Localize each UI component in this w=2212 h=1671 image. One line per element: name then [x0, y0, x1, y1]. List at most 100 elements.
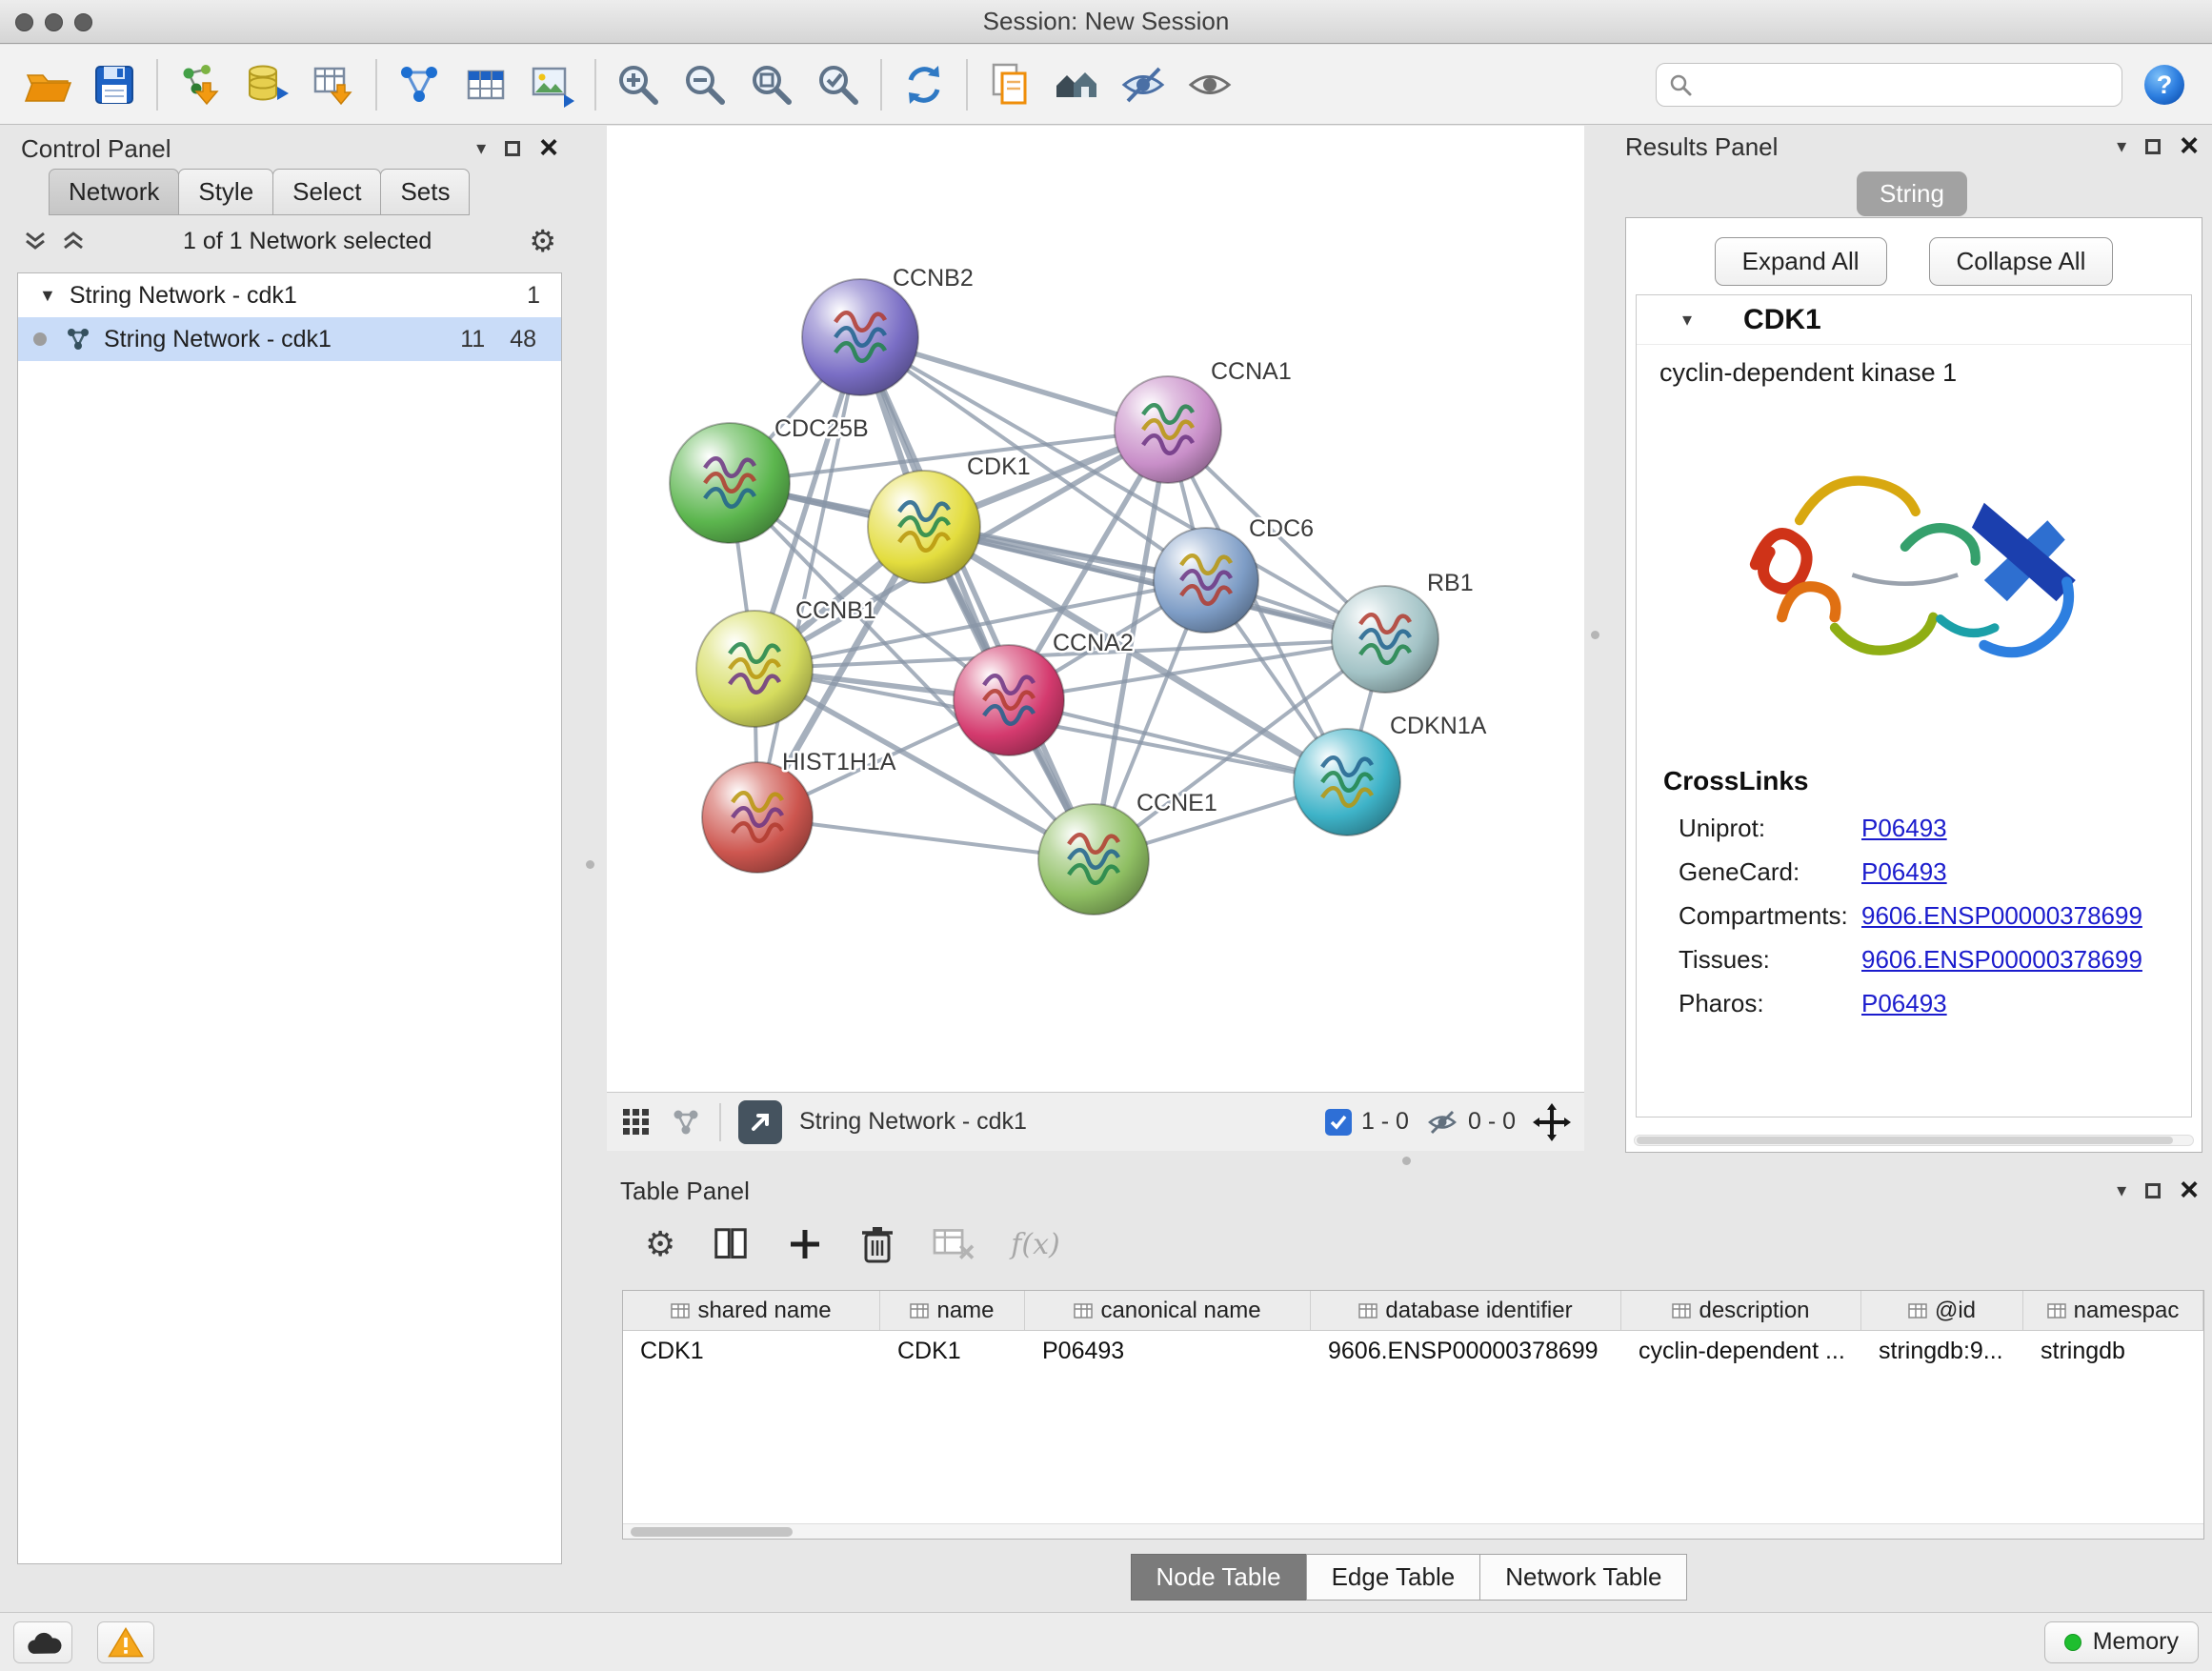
help-button[interactable]: ?: [2140, 60, 2189, 110]
vertical-splitter-handle[interactable]: [1591, 631, 1599, 639]
tab-node-table[interactable]: Node Table: [1131, 1554, 1307, 1601]
expand-all-button[interactable]: Expand All: [1715, 237, 1887, 286]
expand-all-icon[interactable]: [61, 230, 86, 252]
node-CDC25B[interactable]: [670, 423, 790, 543]
table-horizontal-scrollbar[interactable]: [623, 1523, 2203, 1539]
section-collapse-icon[interactable]: ▾: [1682, 311, 1692, 330]
node-CCNE1[interactable]: [1038, 804, 1149, 915]
search-input[interactable]: [1700, 71, 2110, 98]
panel-menu-icon[interactable]: ▾: [2117, 137, 2126, 156]
function-builder-icon[interactable]: f(x): [1011, 1228, 1059, 1261]
crosslink-label: Pharos:: [1679, 989, 1861, 1018]
node-CDK1[interactable]: [868, 471, 980, 583]
tab-style[interactable]: Style: [178, 169, 273, 215]
pan-move-icon[interactable]: [1533, 1103, 1571, 1141]
table-settings-gear-icon[interactable]: ⚙: [645, 1227, 675, 1261]
gear-icon[interactable]: ⚙: [529, 226, 556, 256]
crosslink-uniprot-link[interactable]: P06493: [1861, 814, 1947, 843]
node-CCNB2[interactable]: [802, 279, 918, 395]
cloud-status-button[interactable]: [13, 1621, 72, 1663]
apply-layout-button[interactable]: [899, 60, 949, 110]
crosslink-genecard-link[interactable]: P06493: [1861, 857, 1947, 887]
crosslink-pharos-link[interactable]: P06493: [1861, 989, 1947, 1018]
delete-table-icon[interactable]: [931, 1225, 976, 1263]
results-horizontal-scrollbar[interactable]: [1634, 1135, 2194, 1146]
show-columns-icon[interactable]: [710, 1223, 752, 1265]
network-row[interactable]: String Network - cdk1 11 48: [18, 317, 561, 361]
zoom-out-button[interactable]: [680, 60, 730, 110]
selected-checkbox[interactable]: [1325, 1109, 1352, 1136]
export-image-button[interactable]: [528, 60, 577, 110]
network-table-button[interactable]: [461, 60, 511, 110]
import-table-button[interactable]: [309, 60, 358, 110]
edge-count: 48: [510, 326, 536, 353]
column-label: @id: [1935, 1298, 1976, 1324]
new-network-button[interactable]: [394, 60, 444, 110]
panel-menu-icon[interactable]: ▾: [476, 139, 486, 158]
node-CCNA2[interactable]: [954, 645, 1064, 755]
collapse-all-button[interactable]: Collapse All: [1929, 237, 2114, 286]
import-network-file-button[interactable]: [175, 60, 225, 110]
edge-CCNB2-CCNE1[interactable]: [860, 337, 1094, 859]
delete-column-icon[interactable]: [858, 1223, 896, 1265]
open-session-button[interactable]: [23, 60, 72, 110]
close-panel-icon[interactable]: ×: [2180, 1178, 2199, 1203]
zoom-selected-button[interactable]: [814, 60, 863, 110]
zoom-in-button[interactable]: [613, 60, 663, 110]
network-share-icon[interactable]: [670, 1106, 702, 1138]
panel-menu-icon[interactable]: ▾: [2117, 1181, 2126, 1200]
save-session-button[interactable]: [90, 60, 139, 110]
memory-button[interactable]: Memory: [2044, 1621, 2199, 1663]
grid-view-icon[interactable]: [620, 1106, 653, 1138]
birds-eye-view-button[interactable]: [738, 1100, 782, 1144]
edge-CCNB2-HIST1H1A[interactable]: [757, 337, 860, 817]
add-column-icon[interactable]: [786, 1225, 824, 1263]
warning-status-button[interactable]: [97, 1621, 154, 1663]
node-CCNA1[interactable]: [1115, 376, 1221, 483]
float-panel-icon[interactable]: [505, 141, 520, 156]
main-toolbar: ?: [0, 45, 2212, 125]
tab-sets[interactable]: Sets: [380, 169, 470, 215]
copy-document-button[interactable]: [985, 60, 1035, 110]
tab-select[interactable]: Select: [272, 169, 381, 215]
column-header[interactable]: shared name: [623, 1291, 880, 1330]
minimize-window-button[interactable]: [45, 13, 63, 31]
home-button[interactable]: [1052, 60, 1101, 110]
crosslink-label: GeneCard:: [1679, 857, 1861, 887]
horizontal-splitter-handle[interactable]: [1402, 1157, 1411, 1165]
column-header[interactable]: canonical name: [1025, 1291, 1311, 1330]
node-CDC6[interactable]: [1154, 528, 1258, 633]
collapse-all-icon[interactable]: [23, 230, 48, 252]
network-collection-row[interactable]: ▼ String Network - cdk1 1: [18, 273, 561, 317]
network-canvas[interactable]: CCNB2CCNA1CDC25BCDK1CDC6RB1CCNB1CCNA2CDK…: [607, 126, 1584, 1092]
column-header[interactable]: description: [1621, 1291, 1861, 1330]
table-row[interactable]: CDK1 CDK1 P06493 9606.ENSP00000378699 cy…: [623, 1331, 2203, 1371]
zoom-window-button[interactable]: [74, 13, 92, 31]
zoom-fit-button[interactable]: [747, 60, 796, 110]
hidden-eye-slash-icon[interactable]: [1426, 1108, 1458, 1137]
import-network-database-button[interactable]: [242, 60, 292, 110]
close-panel-icon[interactable]: ×: [539, 135, 558, 161]
node-CCNB1[interactable]: [696, 611, 813, 727]
node-RB1[interactable]: [1332, 586, 1438, 693]
float-panel-icon[interactable]: [2145, 139, 2161, 154]
tree-expander-icon[interactable]: ▼: [39, 286, 56, 306]
float-panel-icon[interactable]: [2145, 1183, 2161, 1198]
tab-string[interactable]: String: [1857, 171, 1967, 216]
column-header[interactable]: @id: [1861, 1291, 2023, 1330]
tab-network[interactable]: Network: [49, 169, 179, 215]
crosslink-compartments-link[interactable]: 9606.ENSP00000378699: [1861, 901, 2142, 931]
close-panel-icon[interactable]: ×: [2180, 133, 2199, 159]
hide-selected-button[interactable]: [1118, 60, 1168, 110]
column-header[interactable]: database identifier: [1311, 1291, 1621, 1330]
vertical-splitter-handle[interactable]: [586, 860, 594, 869]
node-HIST1H1A[interactable]: [702, 762, 813, 873]
close-window-button[interactable]: [15, 13, 33, 31]
crosslink-tissues-link[interactable]: 9606.ENSP00000378699: [1861, 945, 2142, 975]
tab-edge-table[interactable]: Edge Table: [1306, 1554, 1481, 1601]
node-CDKN1A[interactable]: [1294, 729, 1400, 836]
column-header[interactable]: namespac: [2023, 1291, 2203, 1330]
tab-network-table[interactable]: Network Table: [1479, 1554, 1687, 1601]
show-all-button[interactable]: [1185, 60, 1235, 110]
column-header[interactable]: name: [880, 1291, 1025, 1330]
